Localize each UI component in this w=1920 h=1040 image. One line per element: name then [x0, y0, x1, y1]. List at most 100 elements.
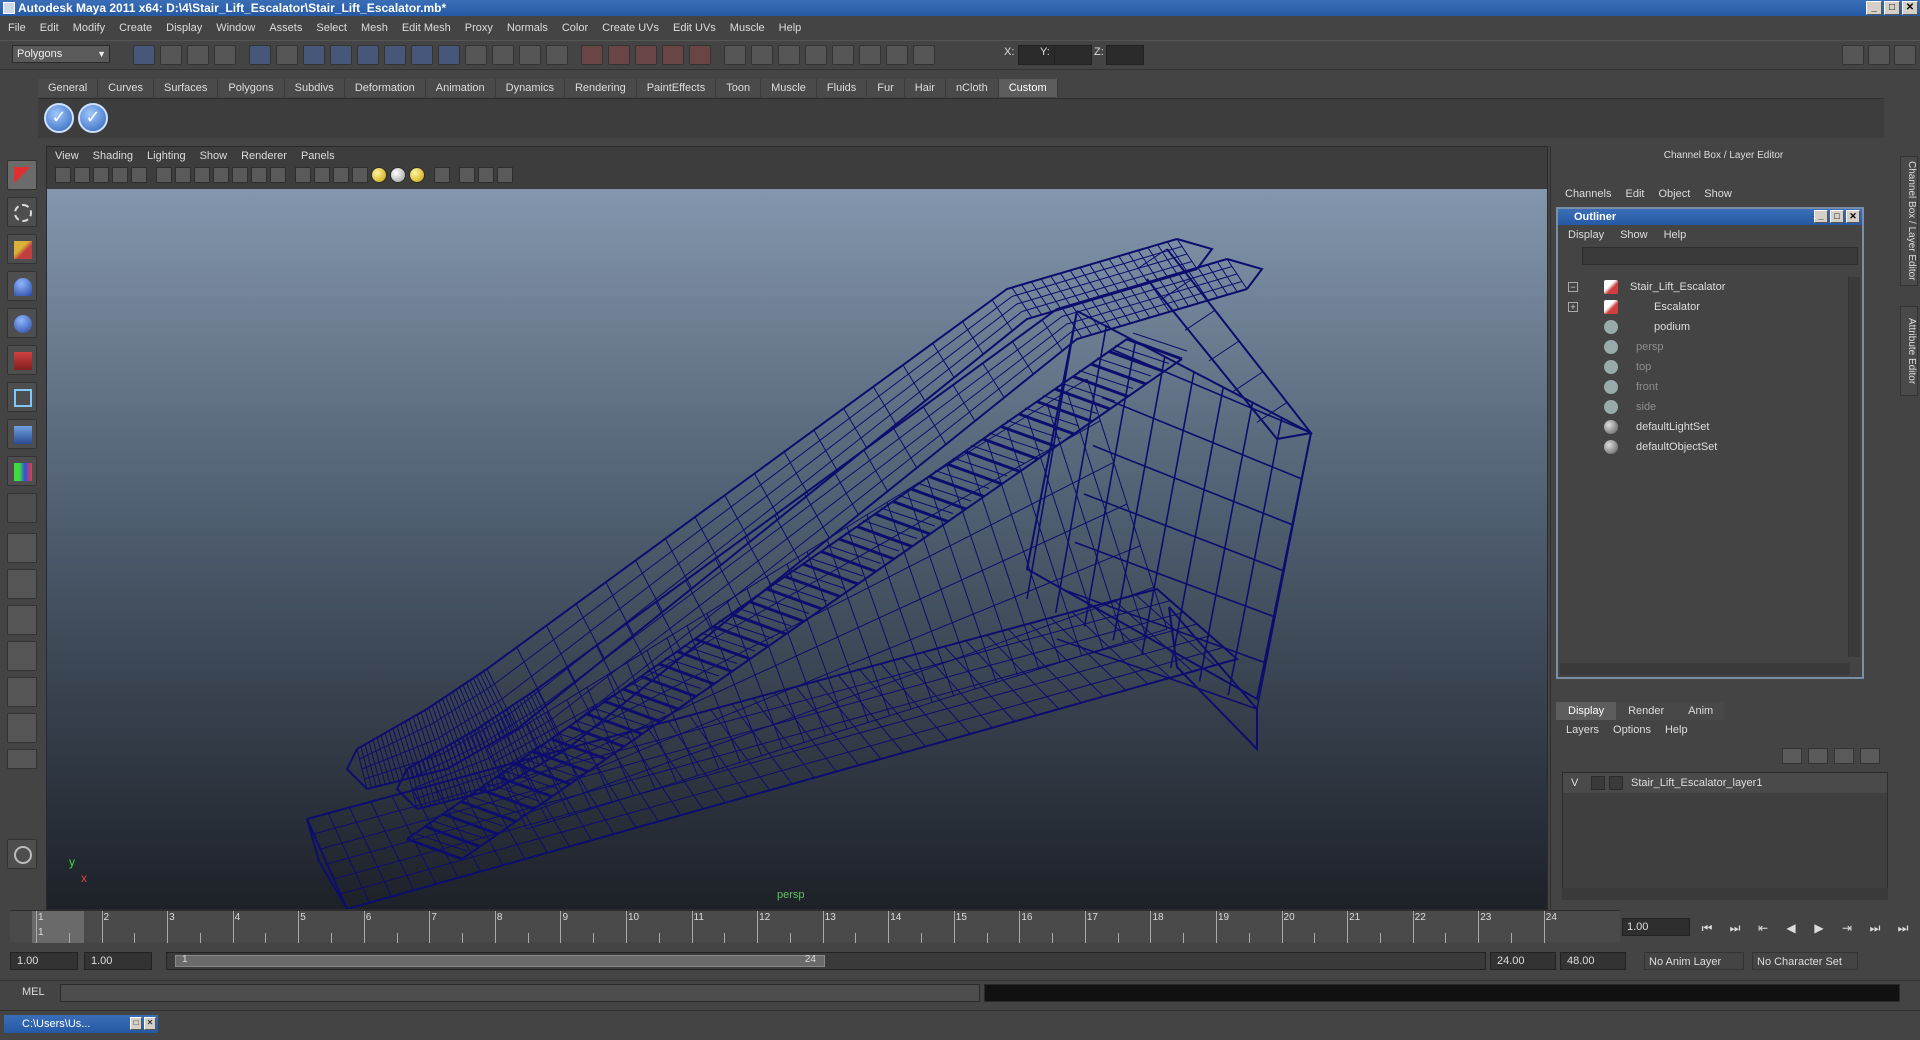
xray-icon[interactable]	[459, 167, 475, 183]
hypershade-layout-button[interactable]	[7, 677, 37, 707]
play-forwards-button[interactable]: ▶	[1810, 920, 1828, 936]
status-tool-icon-10[interactable]	[384, 45, 406, 65]
step-back-frame-button[interactable]: ⇤	[1754, 920, 1772, 936]
menu-edit[interactable]: Edit	[40, 22, 59, 34]
maximize-button[interactable]: □	[1884, 1, 1900, 15]
character-set-select[interactable]: No Character Set	[1752, 952, 1858, 970]
status-tool-icon-1[interactable]	[133, 45, 155, 65]
menu-help[interactable]: Help	[779, 22, 802, 34]
new-layer-icon[interactable]	[1834, 748, 1854, 764]
shelf-tab-surfaces[interactable]: Surfaces	[153, 79, 219, 97]
select-tool[interactable]	[7, 160, 37, 190]
default-light-icon[interactable]	[371, 167, 387, 183]
paint-select-tool[interactable]	[7, 234, 37, 264]
shelf-tab-polygons[interactable]: Polygons	[218, 79, 285, 97]
outliner-item-front[interactable]: front	[1560, 377, 1840, 397]
status-tool-icon-19[interactable]	[635, 45, 657, 65]
time-slider[interactable]: 1 2 3 4 5 6 7 8 9 10 11 12 13 14 15 16 17 18 19 20 21 22 23 24 1	[10, 910, 1620, 943]
show-manipulator-tool[interactable]	[7, 456, 37, 486]
status-tool-icon-26[interactable]	[832, 45, 854, 65]
z-field[interactable]	[1106, 45, 1144, 65]
isolate-select-icon[interactable]	[434, 167, 450, 183]
channel-box-menu-show[interactable]: Show	[1704, 188, 1732, 200]
safe-title-icon[interactable]	[270, 167, 286, 183]
status-tool-icon-25[interactable]	[805, 45, 827, 65]
field-chart-icon[interactable]	[232, 167, 248, 183]
menu-edit-uvs[interactable]: Edit UVs	[673, 22, 716, 34]
menu-edit-mesh[interactable]: Edit Mesh	[402, 22, 451, 34]
outliner-menu-display[interactable]: Display	[1568, 229, 1604, 241]
shelf-tab-painteffects[interactable]: PaintEffects	[636, 79, 717, 97]
viewport-menu-renderer[interactable]: Renderer	[241, 150, 287, 162]
outliner-filter-input[interactable]	[1582, 247, 1858, 265]
status-tool-icon-24[interactable]	[778, 45, 800, 65]
restore-button[interactable]: □	[130, 1017, 142, 1030]
shelf-tab-ncloth[interactable]: nCloth	[945, 79, 999, 97]
y-field[interactable]	[1054, 45, 1092, 65]
all-lights-icon[interactable]	[390, 167, 406, 183]
shelf-tab-curves[interactable]: Curves	[98, 79, 154, 97]
menu-normals[interactable]: Normals	[507, 22, 548, 34]
viewport-menu-panels[interactable]: Panels	[301, 150, 335, 162]
status-tool-icon-7[interactable]	[303, 45, 325, 65]
menu-display[interactable]: Display	[166, 22, 202, 34]
status-tool-icon-8[interactable]	[330, 45, 352, 65]
layer-menu-layers[interactable]: Layers	[1566, 724, 1599, 736]
menu-window[interactable]: Window	[216, 22, 255, 34]
go-to-end-button[interactable]: ⏭	[1894, 920, 1912, 936]
shelf-tab-animation[interactable]: Animation	[425, 79, 496, 97]
film-gate-icon[interactable]	[175, 167, 191, 183]
status-tool-icon-11[interactable]	[411, 45, 433, 65]
layer-color-swatch[interactable]	[1609, 776, 1623, 790]
layer-menu-options[interactable]: Options	[1613, 724, 1651, 736]
outliner-vertical-scrollbar[interactable]	[1848, 277, 1860, 657]
viewport-menu-show[interactable]: Show	[200, 150, 228, 162]
grid-icon[interactable]	[156, 167, 172, 183]
outliner-maximize-button[interactable]: □	[1830, 210, 1844, 223]
shelf-tab-custom[interactable]: Custom	[998, 79, 1058, 97]
channel-box-menu-channels[interactable]: Channels	[1565, 188, 1611, 200]
wireframe-icon[interactable]	[295, 167, 311, 183]
minimize-button[interactable]: _	[1866, 1, 1882, 15]
shelf-tab-fur[interactable]: Fur	[867, 79, 905, 97]
last-tool[interactable]	[7, 493, 37, 523]
viewport-menu-lighting[interactable]: Lighting	[147, 150, 186, 162]
step-forward-key-button[interactable]: ⏭	[1866, 920, 1884, 936]
menu-proxy[interactable]: Proxy	[465, 22, 493, 34]
status-tool-icon-17[interactable]	[581, 45, 603, 65]
outliner-horizontal-scrollbar[interactable]	[1560, 663, 1850, 675]
playback-start-field[interactable]: 1.00	[84, 952, 152, 970]
custom-shelf-check-button-2[interactable]: ✓	[78, 103, 108, 133]
outliner-item-top[interactable]: top	[1560, 357, 1840, 377]
outliner-item-stair-lift-escalator[interactable]: − Stair_Lift_Escalator	[1560, 277, 1840, 297]
channel-box-toggle-icon[interactable]	[1868, 45, 1890, 65]
current-frame-field[interactable]: 1.00	[1622, 918, 1690, 936]
status-tool-icon-3[interactable]	[187, 45, 209, 65]
status-tool-icon-2[interactable]	[160, 45, 182, 65]
status-tool-icon-6[interactable]	[276, 45, 298, 65]
go-to-start-button[interactable]: ⏮	[1698, 920, 1716, 936]
xray-joints-icon[interactable]	[478, 167, 494, 183]
menu-muscle[interactable]: Muscle	[730, 22, 765, 34]
camera-attributes-icon[interactable]	[74, 167, 90, 183]
layer-row[interactable]: V Stair_Lift_Escalator_layer1	[1563, 773, 1887, 793]
layer-visibility-toggle[interactable]: V	[1571, 773, 1578, 793]
persp-graph-layout-button[interactable]	[7, 713, 37, 743]
play-backwards-button[interactable]: ◀	[1782, 920, 1800, 936]
panel-layout-icon[interactable]	[1842, 45, 1864, 65]
status-tool-icon-9[interactable]	[357, 45, 379, 65]
menu-modify[interactable]: Modify	[73, 22, 105, 34]
status-tool-icon-4[interactable]	[214, 45, 236, 65]
menu-create[interactable]: Create	[119, 22, 152, 34]
menu-create-uvs[interactable]: Create UVs	[602, 22, 659, 34]
outliner-persp-layout-button[interactable]	[7, 605, 37, 635]
range-bar[interactable]: 1 24	[175, 954, 825, 967]
custom-shelf-check-button[interactable]: ✓	[44, 103, 74, 133]
textured-icon[interactable]	[352, 167, 368, 183]
status-tool-icon-14[interactable]	[492, 45, 514, 65]
viewport-menu-shading[interactable]: Shading	[93, 150, 133, 162]
shelf-tab-deformation[interactable]: Deformation	[344, 79, 426, 97]
collapse-icon[interactable]: −	[1568, 282, 1578, 292]
layout-more-button[interactable]	[7, 749, 37, 769]
shelf-tab-fluids[interactable]: Fluids	[816, 79, 868, 97]
